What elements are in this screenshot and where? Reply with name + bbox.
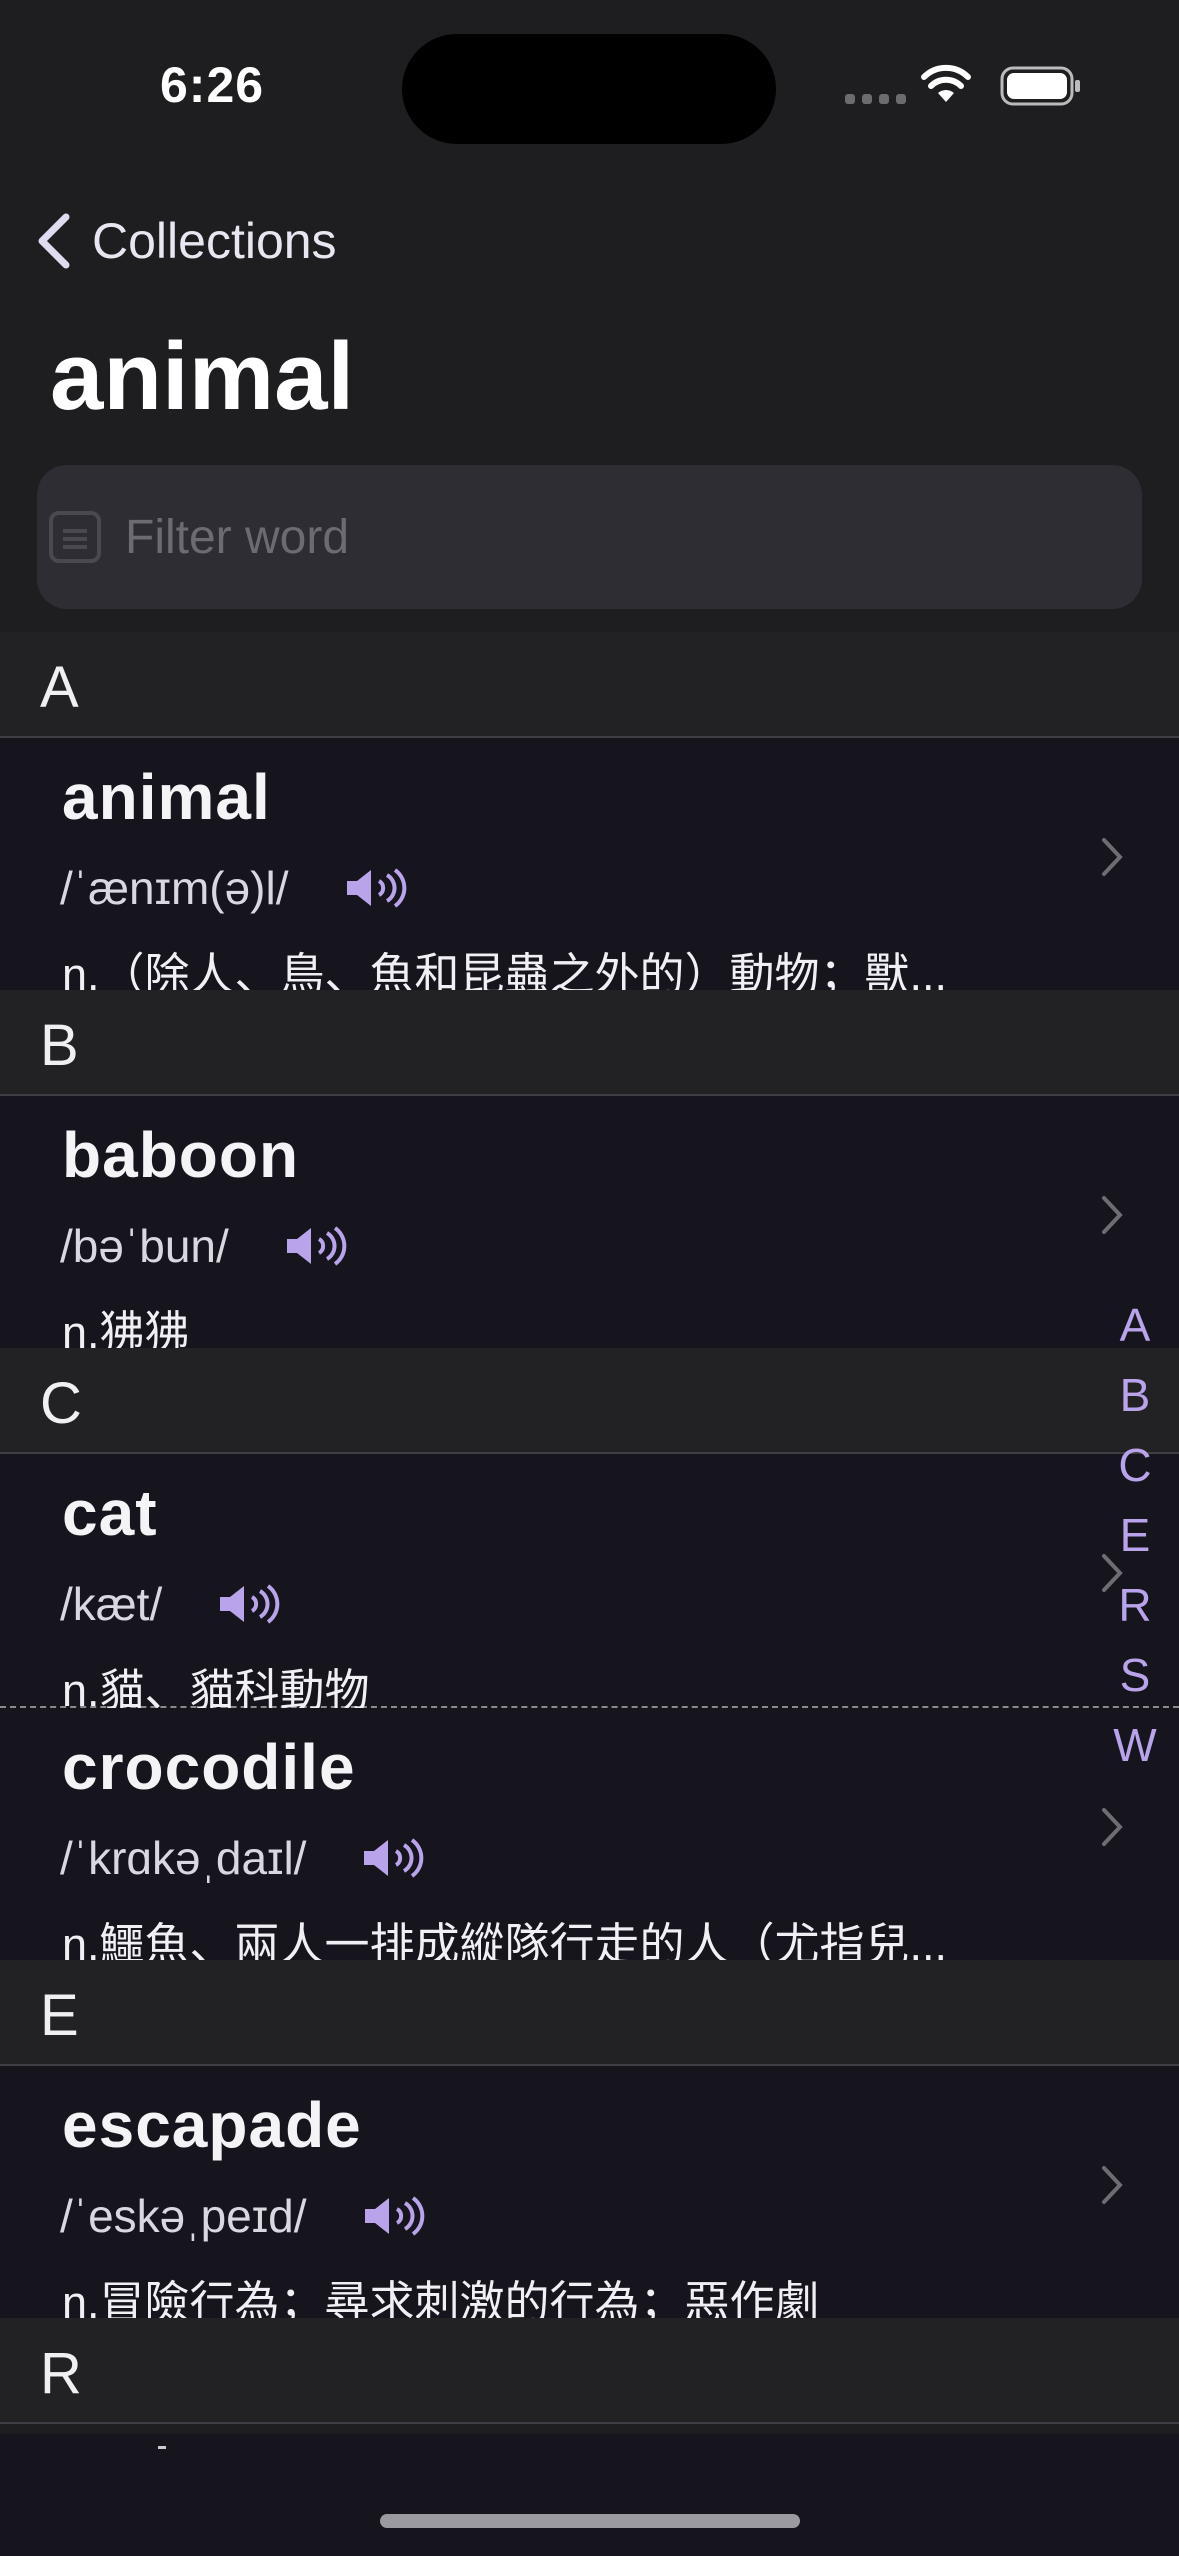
- word-row[interactable]: baboon /bəˈbun/ n.狒狒: [0, 1096, 1179, 1358]
- phonetic: /ˈeskəˌpeɪd/: [60, 2190, 307, 2242]
- word-title: cat: [62, 1477, 158, 1549]
- speaker-icon[interactable]: [216, 1582, 282, 1626]
- chevron-left-icon: [38, 213, 70, 269]
- filter-word-input[interactable]: [123, 508, 1027, 566]
- next-row-partial: [0, 2434, 1179, 2556]
- word-row[interactable]: animal /ˈænɪm(ə)l/ n.（除人、鳥、魚和昆蟲之外的）動物；獸.…: [0, 738, 1179, 1000]
- section-header-letter: A: [40, 655, 79, 720]
- word-title: animal: [62, 761, 271, 833]
- section-header: R: [0, 2318, 1179, 2424]
- wifi-icon: [921, 64, 971, 102]
- word-title: baboon: [62, 1119, 300, 1191]
- dynamic-island: [402, 34, 776, 144]
- status-time: 6:26: [160, 57, 265, 113]
- index-letter[interactable]: A: [1120, 1290, 1151, 1360]
- index-letter[interactable]: C: [1118, 1430, 1151, 1500]
- list-icon: [49, 511, 101, 563]
- word-row[interactable]: crocodile /ˈkrɑkəˌdaɪl/ n.鱷魚、兩人一排成縱隊行走的人…: [0, 1708, 1179, 1970]
- chevron-right-icon: [1102, 1196, 1123, 1234]
- word-title: crocodile: [62, 1731, 356, 1803]
- section-header-letter: C: [40, 1371, 82, 1436]
- page-title: animal: [50, 323, 355, 430]
- word-row[interactable]: cat /kæt/ n.貓、貓科動物: [0, 1454, 1179, 1716]
- section-header: C: [0, 1348, 1179, 1454]
- index-letter[interactable]: W: [1113, 1710, 1156, 1780]
- phonetic: /ˈænɪm(ə)l/: [60, 862, 289, 914]
- index-letter[interactable]: S: [1120, 1640, 1151, 1710]
- cellular-signal-icon: [845, 94, 906, 104]
- section-header: B: [0, 990, 1179, 1096]
- section-header: A: [0, 632, 1179, 738]
- word-row[interactable]: escapade /ˈeskəˌpeɪd/ n.冒險行為；尋求刺激的行為；惡作劇: [0, 2066, 1179, 2328]
- index-letter[interactable]: B: [1120, 1360, 1151, 1430]
- speaker-icon[interactable]: [283, 1224, 349, 1268]
- phonetic: /kæt/: [60, 1578, 163, 1630]
- phonetic: /bəˈbun/: [60, 1220, 229, 1272]
- speaker-icon[interactable]: [343, 866, 409, 910]
- section-header-letter: B: [40, 1013, 79, 1078]
- chevron-right-icon: [1102, 2166, 1123, 2204]
- back-button[interactable]: Collections: [36, 206, 337, 276]
- section-header: E: [0, 1960, 1179, 2066]
- status-bar: 6:26: [0, 0, 1179, 170]
- section-header-letter: E: [40, 1983, 79, 2048]
- index-letter[interactable]: R: [1118, 1570, 1151, 1640]
- section-header-letter: R: [40, 2341, 82, 2406]
- search-field[interactable]: [37, 465, 1142, 609]
- word-list: A animal /ˈænɪm(ə)l/ n.（除人、鳥、魚和昆蟲之外的）動物；…: [0, 632, 1179, 2424]
- home-indicator[interactable]: [380, 2514, 800, 2528]
- back-button-label: Collections: [92, 213, 337, 269]
- speaker-icon[interactable]: [361, 2194, 427, 2238]
- battery-icon: [1000, 66, 1080, 106]
- section-index[interactable]: A B C E R S W: [1112, 1290, 1158, 1780]
- phonetic: /ˈkrɑkəˌdaɪl/: [60, 1832, 307, 1884]
- index-letter[interactable]: E: [1120, 1500, 1151, 1570]
- chevron-right-icon: [1102, 838, 1123, 876]
- word-title: escapade: [62, 2089, 362, 2161]
- speaker-icon[interactable]: [360, 1836, 426, 1880]
- chevron-right-icon: [1102, 1808, 1123, 1846]
